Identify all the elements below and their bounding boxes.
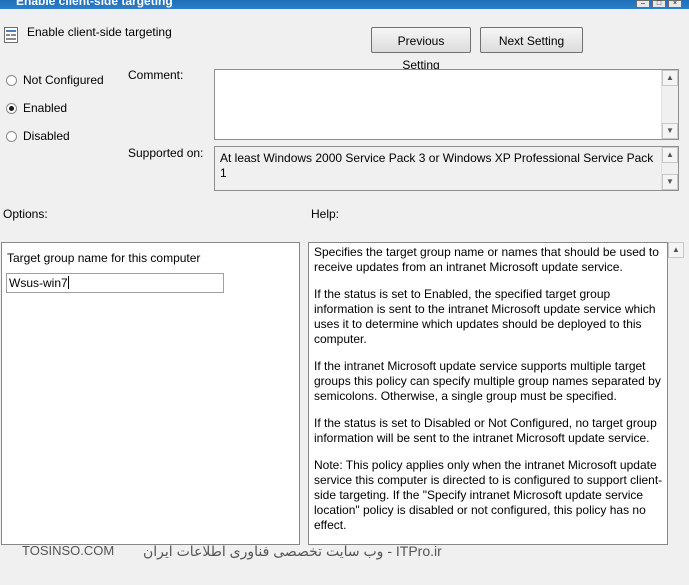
radio-label: Not Configured (23, 73, 104, 87)
radio-circle-selected (6, 102, 17, 114)
help-panel: Specifies the target group name or names… (308, 242, 668, 545)
previous-setting-button[interactable]: Previous Setting (371, 27, 471, 72)
supported-on-scrollbar[interactable]: ▲ ▼ (661, 147, 678, 190)
policy-name: Enable client-side targeting (27, 25, 172, 39)
title-bar: Enable client-side targeting – □ × (0, 0, 689, 9)
help-label: Help: (311, 207, 340, 221)
next-setting-button[interactable]: Next Setting (480, 27, 583, 53)
options-panel: Target group name for this computer Wsus… (1, 242, 300, 545)
help-paragraph: If the status is set to Enabled, the spe… (314, 287, 656, 346)
radio-circle (6, 74, 17, 86)
text-caret (67, 276, 69, 289)
target-group-value: Wsus-win7 (9, 276, 68, 290)
supported-on-text: At least Windows 2000 Service Pack 3 or … (220, 151, 654, 180)
comment-field[interactable]: ▲ ▼ (214, 69, 679, 140)
radio-circle (6, 130, 17, 142)
radio-enabled[interactable]: Enabled (6, 100, 67, 116)
watermark-left: TOSINSO.COM (22, 543, 115, 558)
options-label: Options: (3, 207, 48, 221)
watermark-right: ITPro.ir - وب سایت تخصصی فناوری اطلاعات … (143, 543, 442, 559)
help-paragraph: If the status is set to Disabled or Not … (314, 416, 657, 445)
help-paragraph: If the intranet Microsoft update service… (314, 359, 661, 403)
policy-setting-icon (4, 27, 18, 43)
radio-disabled[interactable]: Disabled (6, 128, 70, 144)
minimize-button[interactable]: – (636, 0, 650, 8)
help-text: Specifies the target group name or names… (309, 243, 667, 533)
comment-scrollbar[interactable]: ▲ ▼ (661, 70, 678, 139)
radio-label: Enabled (23, 101, 68, 115)
scroll-down-icon[interactable]: ▼ (662, 174, 678, 190)
comment-label: Comment: (128, 68, 184, 82)
help-paragraph: Specifies the target group name or names… (314, 245, 659, 274)
target-group-input[interactable]: Wsus-win7 (6, 273, 224, 293)
scroll-up-icon[interactable]: ▲ (662, 147, 678, 163)
radio-not-configured[interactable]: Not Configured (6, 72, 104, 88)
supported-on-label: Supported on: (128, 146, 204, 160)
maximize-button[interactable]: □ (652, 0, 666, 8)
comment-text (215, 70, 678, 76)
close-button[interactable]: × (668, 0, 682, 8)
window-title: Enable client-side targeting (16, 0, 173, 8)
scroll-up-icon[interactable]: ▲ (662, 70, 678, 86)
supported-on-field: At least Windows 2000 Service Pack 3 or … (214, 146, 679, 191)
radio-label: Disabled (23, 129, 70, 143)
target-group-label: Target group name for this computer (7, 251, 201, 265)
help-paragraph: Note: This policy applies only when the … (314, 458, 663, 532)
scroll-up-icon[interactable]: ▲ (668, 242, 684, 258)
scroll-down-icon[interactable]: ▼ (662, 123, 678, 139)
help-scrollbar[interactable]: ▲ (668, 242, 684, 545)
